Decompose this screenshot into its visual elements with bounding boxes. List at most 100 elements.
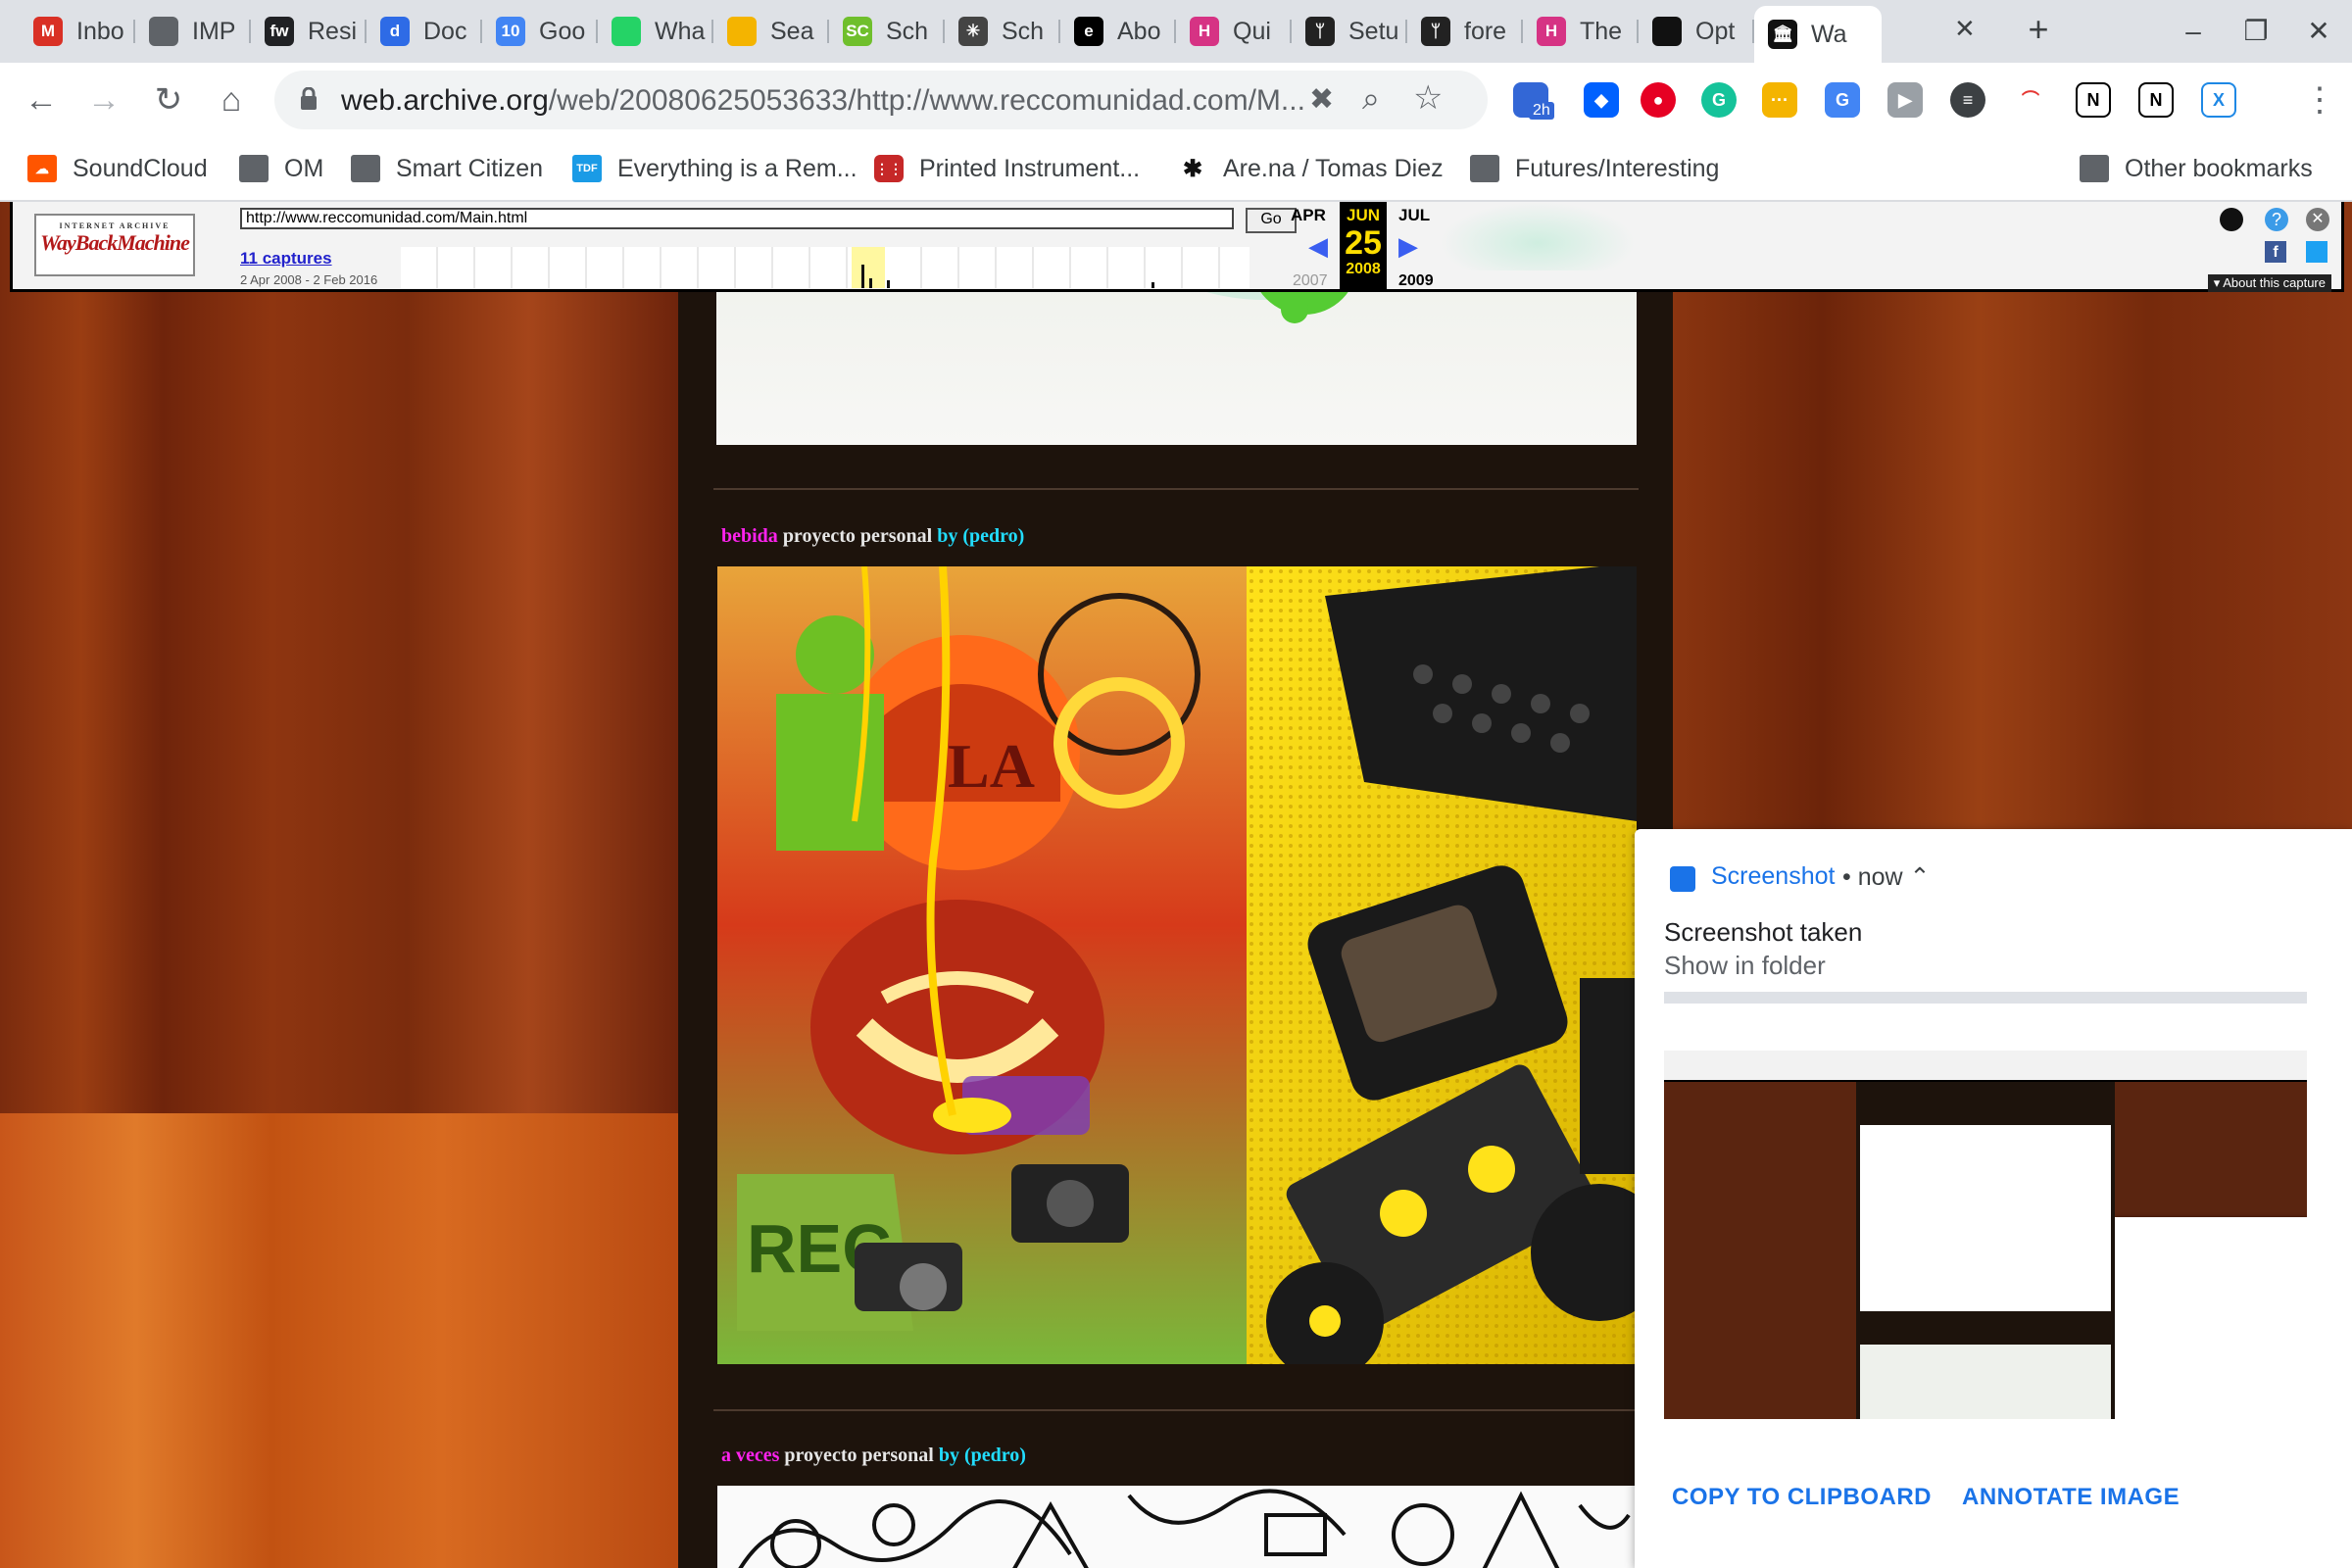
copy-to-clipboard-button[interactable]: COPY TO CLIPBOARD	[1672, 1484, 1932, 1511]
back-icon[interactable]: ←	[20, 78, 63, 122]
bookmark-folder-om[interactable]: OM	[239, 149, 323, 188]
tab[interactable]: IMP	[135, 8, 251, 55]
show-in-folder-link[interactable]: Show in folder	[1664, 951, 1826, 981]
menu-icon[interactable]: ⋮	[2303, 80, 2336, 120]
lock-icon	[300, 86, 318, 110]
bookmark-star-icon[interactable]: ☆	[1413, 78, 1443, 118]
tab[interactable]: H The	[1523, 8, 1639, 55]
bookmark-label: Futures/Interesting	[1515, 154, 1720, 182]
notes-extension-icon[interactable]: ···	[1762, 82, 1797, 118]
wayback-day: 25	[1345, 224, 1382, 262]
tab-label: Sch	[1002, 17, 1045, 45]
bookmark-folder-other[interactable]: Other bookmarks	[2080, 149, 2313, 188]
pocket-extension-icon[interactable]: ≡	[1950, 82, 1985, 118]
bookmark-folder-futures[interactable]: Futures/Interesting	[1470, 149, 1719, 188]
video-extension-icon[interactable]: ▶	[1887, 82, 1923, 118]
reload-icon[interactable]: ↻	[147, 78, 190, 122]
tab[interactable]: H Qui	[1176, 8, 1292, 55]
extension-badge: 2h	[1529, 102, 1554, 120]
tab[interactable]: ᛘ fore	[1407, 8, 1523, 55]
grammarly-extension-icon[interactable]: G	[1701, 82, 1737, 118]
wayback-month-next[interactable]: JUL	[1398, 206, 1430, 225]
help-icon[interactable]: ?	[2265, 208, 2288, 231]
are-na-icon: ✱	[1182, 155, 1203, 182]
ublock-extension-icon[interactable]: ●	[1641, 82, 1676, 118]
post-divider	[713, 1409, 1639, 1411]
annotate-image-button[interactable]: ANNOTATE IMAGE	[1962, 1484, 2180, 1511]
tab[interactable]: SC Sch	[829, 8, 945, 55]
wayback-decoration	[1440, 202, 1636, 270]
post-author-link[interactable]: by (pedro)	[937, 525, 1024, 547]
tab[interactable]: ✳ Sch	[945, 8, 1060, 55]
x-extension-icon[interactable]: X	[2201, 82, 2236, 118]
bookmark-printed-instruments[interactable]: ⋮⋮ Printed Instrument...	[874, 149, 1140, 188]
forward-icon[interactable]: →	[82, 78, 125, 122]
extension-blocked-icon[interactable]: ✖	[1309, 82, 1334, 117]
wayback-logo[interactable]: INTERNET ARCHIVE WayBackMachine	[34, 214, 195, 276]
wayback-date-range: 2 Apr 2008 - 2 Feb 2016	[240, 272, 378, 287]
tab-label: Sch	[886, 17, 929, 45]
tab[interactable]: 🏛 Wa	[1754, 6, 1882, 63]
tab[interactable]: e Abo	[1060, 8, 1176, 55]
antenna-icon: ᛘ	[1305, 17, 1335, 46]
facebook-icon[interactable]: f	[2265, 241, 2286, 263]
new-tab-button[interactable]: +	[2021, 12, 2056, 49]
account-icon[interactable]	[2220, 208, 2243, 231]
wood-background-left-upper	[0, 202, 678, 1113]
tab[interactable]: d Doc	[367, 8, 482, 55]
minimize-icon[interactable]: –	[2174, 14, 2213, 49]
address-bar[interactable]: web.archive.org/web/20080625053633/http:…	[274, 71, 1488, 129]
post-divider	[713, 488, 1639, 490]
bookmark-label: Smart Citizen	[396, 154, 544, 182]
tab-strip: M Inbo IMP fw Resi d Doc 10 Goo Wha Sea SC Sch ✳ Sch e A…	[0, 0, 2352, 63]
notion-web-clipper-icon[interactable]: N	[2138, 82, 2174, 118]
zoom-icon[interactable]: ⌕	[1362, 80, 1380, 118]
post-title: a veces proyecto personal by (pedro)	[721, 1445, 1026, 1467]
thumbnail-artwork	[1860, 1125, 2111, 1311]
tab[interactable]: 10 Goo	[482, 8, 598, 55]
post-artwork-bebida[interactable]: LA REC	[717, 566, 1637, 1364]
tab[interactable]: ᛘ Setu	[1292, 8, 1407, 55]
notion-extension-icon[interactable]: N	[2076, 82, 2111, 118]
dropbox-extension-icon[interactable]: ◆	[1584, 82, 1619, 118]
tab-label: Abo	[1117, 17, 1161, 45]
folder-icon	[239, 155, 269, 182]
post-artwork-a-veces[interactable]	[717, 1486, 1637, 1568]
notification-time[interactable]: • now ⌃	[1842, 862, 1930, 892]
tab[interactable]: Sea	[713, 8, 829, 55]
post-author-link[interactable]: by (pedro)	[939, 1445, 1026, 1466]
about-capture-link[interactable]: ▾ About this capture	[2207, 274, 2331, 292]
wayback-sparkline[interactable]	[401, 247, 1250, 288]
tdf-icon: TDF	[572, 155, 602, 182]
wayback-captures-link[interactable]: 11 captures	[240, 249, 332, 269]
tab[interactable]: Opt	[1639, 8, 1754, 55]
tab-label: Opt	[1695, 17, 1736, 45]
close-tab-icon[interactable]: ✕	[1954, 14, 1976, 44]
wayback-month-prev[interactable]: APR	[1291, 206, 1326, 225]
wayback-go-button[interactable]: Go	[1246, 208, 1297, 233]
bookmark-folder-smart-citizen[interactable]: Smart Citizen	[351, 149, 543, 188]
translate-extension-icon[interactable]: G	[1825, 82, 1860, 118]
bookmark-everything-is-a-remix[interactable]: TDF Everything is a Rem...	[572, 149, 858, 188]
tab[interactable]: M Inbo	[20, 8, 135, 55]
home-icon[interactable]: ⌂	[210, 78, 253, 122]
tab[interactable]: Wha	[598, 8, 713, 55]
close-wayback-icon[interactable]: ✕	[2306, 208, 2329, 231]
wayback-toolbar: INTERNET ARCHIVE WayBackMachine http://w…	[10, 202, 2344, 292]
bookmark-are-na[interactable]: ✱ Are.na / Tomas Diez	[1178, 149, 1444, 188]
rainbow-extension-icon[interactable]: ⌒	[2013, 82, 2048, 118]
wayback-year-prev[interactable]: 2007	[1293, 272, 1328, 290]
maximize-icon[interactable]: ❐	[2236, 14, 2276, 49]
screenshot-thumbnail[interactable]	[1664, 992, 2307, 1419]
twitter-icon[interactable]	[2306, 241, 2328, 263]
wayback-next-arrow-icon[interactable]: ▶	[1398, 231, 1418, 262]
url-path: /web/20080625053633/http://www.reccomuni…	[548, 84, 1305, 117]
bookmark-label: Are.na / Tomas Diez	[1223, 154, 1444, 182]
close-window-icon[interactable]: ✕	[2299, 14, 2338, 49]
wayback-year-next[interactable]: 2009	[1398, 272, 1434, 290]
wayback-url-input[interactable]: http://www.reccomunidad.com/Main.html	[240, 208, 1234, 229]
bookmark-soundcloud[interactable]: ☁ SoundCloud	[27, 149, 208, 188]
tab[interactable]: fw Resi	[251, 8, 367, 55]
wayback-prev-arrow-icon[interactable]: ◀	[1308, 231, 1328, 262]
tab-label: Wa	[1811, 20, 1847, 48]
